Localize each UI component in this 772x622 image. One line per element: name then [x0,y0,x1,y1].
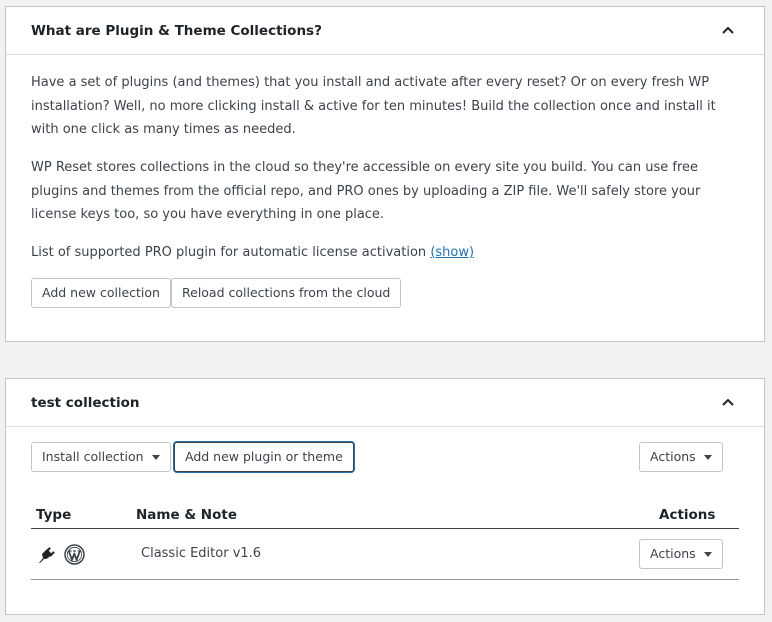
plugin-name: Classic Editor v1.6 [141,546,262,561]
info-card-title: What are Plugin & Theme Collections? [31,23,322,39]
column-header-name: Name & Note [136,507,237,523]
collection-card-header[interactable]: test collection [6,379,764,427]
collection-actions-button[interactable]: Actions [639,442,723,472]
caret-down-icon [703,552,712,557]
info-card-header[interactable]: What are Plugin & Theme Collections? [6,7,764,55]
test-collection-card: test collection Install collection Add n… [5,378,765,615]
install-collection-button[interactable]: Install collection [31,442,171,472]
wordpress-icon [64,544,85,565]
reload-collections-button[interactable]: Reload collections from the cloud [171,278,402,308]
collection-actions-label: Actions [650,449,696,464]
show-supported-link[interactable]: (show) [430,245,474,260]
chevron-up-icon[interactable] [722,26,734,34]
plug-icon [39,547,55,563]
chevron-up-icon[interactable] [722,398,734,406]
caret-down-icon [703,455,712,460]
supported-plugins-text: List of supported PRO plugin for automat… [31,245,427,260]
table-bottom-rule [31,579,739,580]
caret-down-icon [151,455,160,460]
table-header-rule [31,528,739,529]
row-actions-button[interactable]: Actions [639,539,723,569]
collections-info-card: What are Plugin & Theme Collections? Hav… [5,6,765,342]
supported-plugins-line: List of supported PRO plugin for automat… [31,241,743,265]
column-header-actions: Actions [659,507,716,523]
add-plugin-or-theme-button[interactable]: Add new plugin or theme [174,442,354,472]
row-actions-label: Actions [650,546,696,561]
collection-title: test collection [31,395,140,411]
install-collection-label: Install collection [42,449,144,464]
add-new-collection-button[interactable]: Add new collection [31,278,171,308]
info-paragraph-1: Have a set of plugins (and themes) that … [31,75,716,137]
column-header-type: Type [36,507,72,523]
info-paragraph-2: WP Reset stores collections in the cloud… [31,160,701,222]
